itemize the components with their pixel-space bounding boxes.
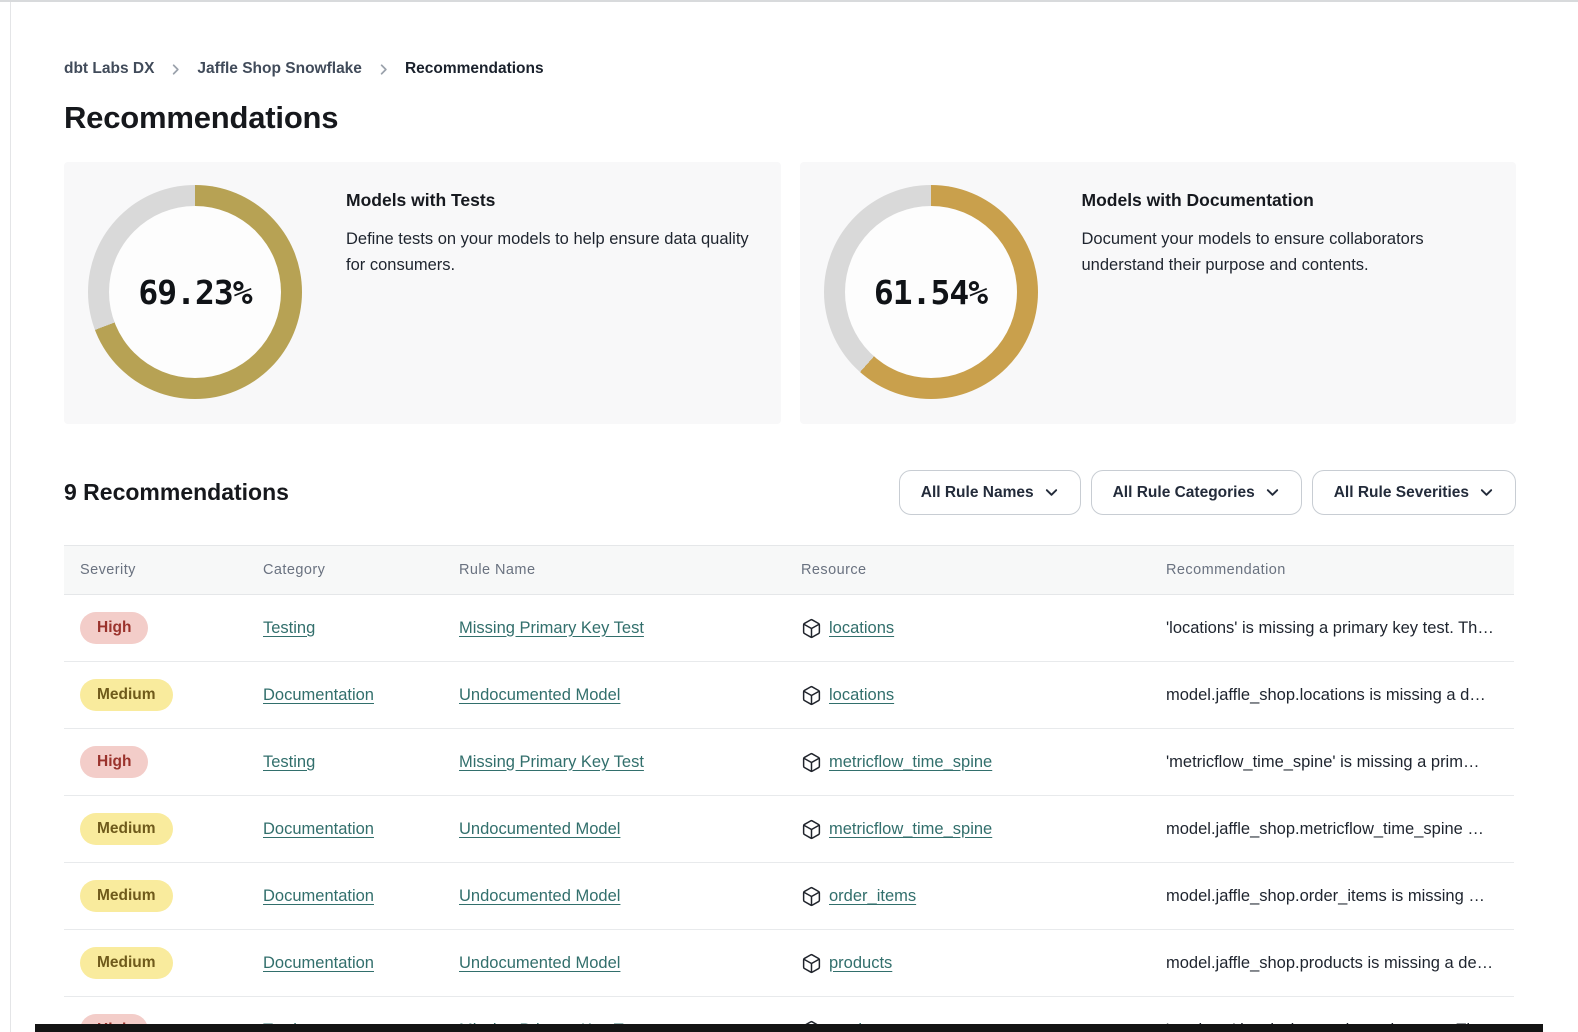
package-cube-icon xyxy=(801,618,822,639)
table-row: High Testing Missing Primary Key Test me… xyxy=(64,729,1514,796)
recommendation-text: 'locations' is missing a primary key tes… xyxy=(1166,619,1498,638)
table-row: Medium Documentation Undocumented Model … xyxy=(64,662,1514,729)
breadcrumb-item-recommendations: Recommendations xyxy=(405,60,544,78)
chevron-down-icon xyxy=(1044,485,1059,500)
recommendation-text: 'metricflow_time_spine' is missing a pri… xyxy=(1166,753,1498,772)
rule-name-link[interactable]: Undocumented Model xyxy=(459,887,620,905)
severity-badge: Medium xyxy=(80,880,173,912)
metric-cards: 69.23% Models with Tests Define tests on… xyxy=(64,162,1516,424)
package-cube-icon xyxy=(801,953,822,974)
column-header-resource: Resource xyxy=(801,562,1166,578)
card-description: Document your models to ensure collabora… xyxy=(1082,227,1493,278)
card-description: Define tests on your models to help ensu… xyxy=(346,227,757,278)
rule-name-link[interactable]: Undocumented Model xyxy=(459,686,620,704)
breadcrumb-item-jaffle-shop-snowflake[interactable]: Jaffle Shop Snowflake xyxy=(197,60,362,78)
column-header-category: Category xyxy=(263,562,459,578)
bottom-cutoff-bar xyxy=(35,1024,1543,1032)
recommendations-table: Severity Category Rule Name Resource Rec… xyxy=(64,545,1514,1032)
resource-link[interactable]: metricflow_time_spine xyxy=(829,753,992,772)
category-link[interactable]: Testing xyxy=(263,753,315,771)
severity-badge: High xyxy=(80,746,148,778)
category-link[interactable]: Documentation xyxy=(263,954,374,972)
package-cube-icon xyxy=(801,819,822,840)
rule-name-link[interactable]: Undocumented Model xyxy=(459,820,620,838)
severity-badge: Medium xyxy=(80,679,173,711)
resource-link[interactable]: products xyxy=(829,954,892,973)
package-cube-icon xyxy=(801,685,822,706)
resource-link[interactable]: locations xyxy=(829,686,894,705)
severity-badge: Medium xyxy=(80,947,173,979)
resource-link[interactable]: locations xyxy=(829,619,894,638)
table-body: High Testing Missing Primary Key Test lo… xyxy=(64,595,1514,1032)
page-title: Recommendations xyxy=(64,100,1516,136)
metric-card-models-with-tests: 69.23% Models with Tests Define tests on… xyxy=(64,162,781,424)
recommendations-count-heading: 9 Recommendations xyxy=(64,479,289,506)
tests-donut-chart: 69.23% xyxy=(88,185,302,399)
resource-link[interactable]: metricflow_time_spine xyxy=(829,820,992,839)
column-header-severity: Severity xyxy=(80,562,263,578)
card-title: Models with Tests xyxy=(346,190,757,211)
main-content: dbt Labs DX Jaffle Shop Snowflake Recomm… xyxy=(64,2,1516,1032)
category-link[interactable]: Documentation xyxy=(263,887,374,905)
category-link[interactable]: Documentation xyxy=(263,686,374,704)
category-link[interactable]: Testing xyxy=(263,619,315,637)
list-toolbar: 9 Recommendations All Rule Names All Rul… xyxy=(64,470,1516,515)
table-row: Medium Documentation Undocumented Model … xyxy=(64,796,1514,863)
category-link[interactable]: Documentation xyxy=(263,820,374,838)
filter-rule-names-dropdown[interactable]: All Rule Names xyxy=(899,470,1081,515)
tests-percent-value: 69.23% xyxy=(88,185,302,399)
filter-group: All Rule Names All Rule Categories All R… xyxy=(899,470,1516,515)
column-header-recommendation: Recommendation xyxy=(1166,562,1498,578)
filter-label: All Rule Severities xyxy=(1334,484,1469,502)
chevron-down-icon xyxy=(1265,485,1280,500)
sidebar-edge-divider xyxy=(10,2,11,1032)
docs-percent-value: 61.54% xyxy=(824,185,1038,399)
filter-rule-categories-dropdown[interactable]: All Rule Categories xyxy=(1091,470,1302,515)
chevron-down-icon xyxy=(1479,485,1494,500)
filter-label: All Rule Categories xyxy=(1113,484,1255,502)
rule-name-link[interactable]: Undocumented Model xyxy=(459,954,620,972)
rule-name-link[interactable]: Missing Primary Key Test xyxy=(459,619,644,637)
table-row: High Testing Missing Primary Key Test lo… xyxy=(64,595,1514,662)
card-title: Models with Documentation xyxy=(1082,190,1493,211)
package-cube-icon xyxy=(801,886,822,907)
filter-label: All Rule Names xyxy=(921,484,1034,502)
recommendation-text: model.jaffle_shop.locations is missing a… xyxy=(1166,686,1498,705)
chevron-right-icon xyxy=(376,62,391,77)
recommendation-text: model.jaffle_shop.order_items is missing… xyxy=(1166,887,1498,906)
breadcrumb-item-dbt-labs-dx[interactable]: dbt Labs DX xyxy=(64,60,154,78)
recommendation-text: model.jaffle_shop.products is missing a … xyxy=(1166,954,1498,973)
docs-donut-chart: 61.54% xyxy=(824,185,1038,399)
severity-badge: High xyxy=(80,612,148,644)
column-header-rule-name: Rule Name xyxy=(459,562,801,578)
severity-badge: Medium xyxy=(80,813,173,845)
package-cube-icon xyxy=(801,752,822,773)
table-header-row: Severity Category Rule Name Resource Rec… xyxy=(64,545,1514,595)
rule-name-link[interactable]: Missing Primary Key Test xyxy=(459,753,644,771)
chevron-right-icon xyxy=(168,62,183,77)
recommendation-text: model.jaffle_shop.metricflow_time_spine … xyxy=(1166,820,1498,839)
filter-rule-severities-dropdown[interactable]: All Rule Severities xyxy=(1312,470,1516,515)
table-row: Medium Documentation Undocumented Model … xyxy=(64,930,1514,997)
metric-card-models-with-documentation: 61.54% Models with Documentation Documen… xyxy=(800,162,1517,424)
table-row: Medium Documentation Undocumented Model … xyxy=(64,863,1514,930)
resource-link[interactable]: order_items xyxy=(829,887,916,906)
breadcrumb: dbt Labs DX Jaffle Shop Snowflake Recomm… xyxy=(64,60,1516,78)
